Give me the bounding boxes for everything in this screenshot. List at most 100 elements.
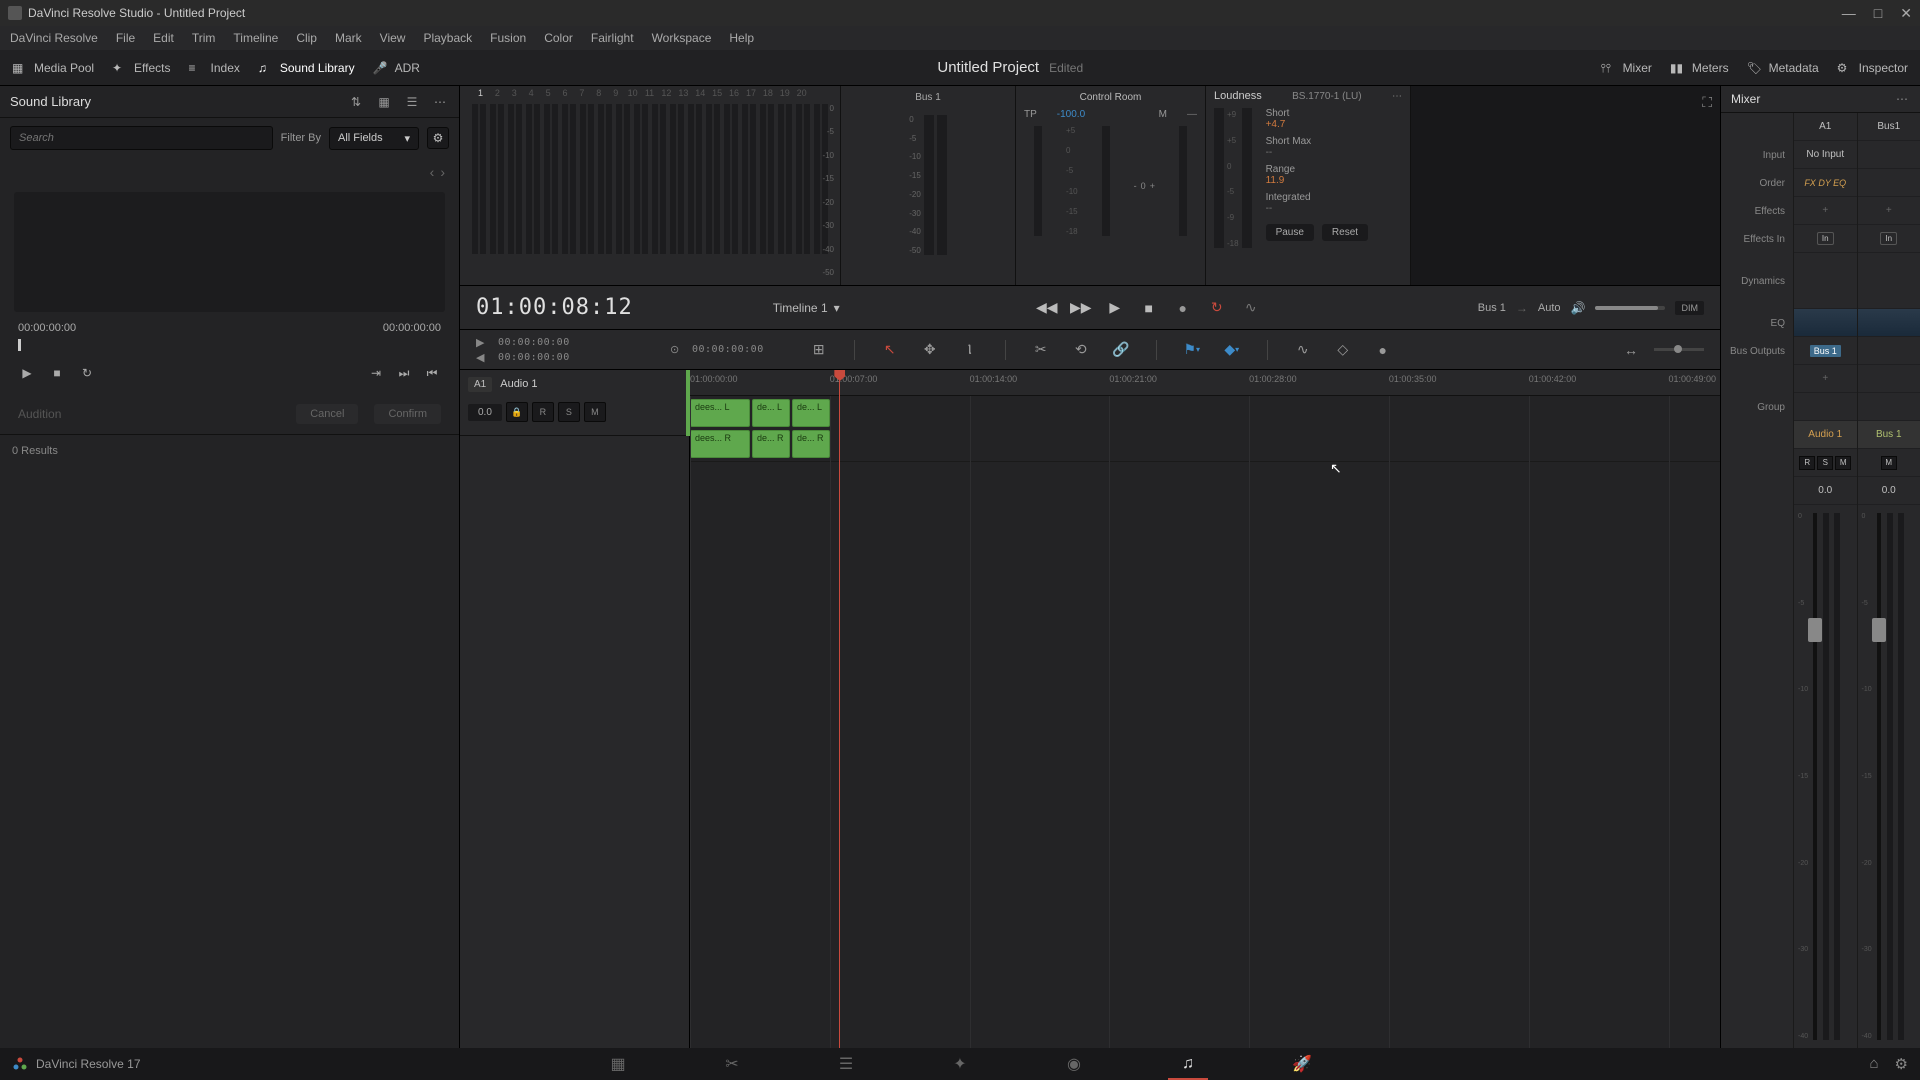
menu-clip[interactable]: Clip <box>296 31 317 45</box>
marker-tool[interactable]: ◆▾ <box>1221 339 1243 361</box>
menu-color[interactable]: Color <box>544 31 573 45</box>
meters-toggle[interactable]: ▮▮Meters <box>1670 61 1729 75</box>
mx-ch1-order[interactable]: FX DY EQ <box>1794 169 1857 197</box>
menu-edit[interactable]: Edit <box>153 31 174 45</box>
loudness-options-icon[interactable]: ⋯ <box>1392 91 1402 102</box>
preview-next-button[interactable]: ⏭ <box>395 364 413 382</box>
monitor-volume-slider[interactable] <box>1595 306 1665 310</box>
fader-track[interactable] <box>1813 513 1817 1040</box>
link-tool[interactable]: 🔗 <box>1110 339 1132 361</box>
prev-icon[interactable]: ‹ <box>430 164 435 180</box>
sort-icon[interactable]: ⇅ <box>347 94 365 110</box>
snap-tool[interactable]: ⟲ <box>1070 339 1092 361</box>
loop-button[interactable]: ↻ <box>1207 298 1227 318</box>
menu-timeline[interactable]: Timeline <box>233 31 278 45</box>
menu-mark[interactable]: Mark <box>335 31 362 45</box>
zoom-slider[interactable] <box>1654 348 1704 351</box>
track-lane-a1[interactable]: dees... Lde... Lde... Ldees... Rde... Rd… <box>690 396 1720 462</box>
list-view-icon[interactable]: ☰ <box>403 94 421 110</box>
playhead[interactable] <box>839 370 840 1048</box>
pause-button[interactable]: Pause <box>1266 224 1314 241</box>
menu-fairlight[interactable]: Fairlight <box>591 31 634 45</box>
mx-ch2-order[interactable] <box>1858 169 1920 197</box>
mx-ch1-effectsin[interactable]: In <box>1794 225 1857 253</box>
confirm-button[interactable]: Confirm <box>374 404 441 424</box>
audio-clip[interactable]: de... L <box>792 399 830 427</box>
mx-ch2-hdr[interactable]: Bus1 <box>1858 113 1920 141</box>
audio-clip[interactable]: de... L <box>752 399 790 427</box>
mx-ch2-m[interactable]: M <box>1881 456 1897 470</box>
expand-icon[interactable]: ⛶ <box>1702 94 1712 111</box>
audio-clip[interactable]: dees... R <box>690 430 750 458</box>
automation-button[interactable]: ∿ <box>1241 298 1261 318</box>
out-tc[interactable]: 00:00:00:00 <box>498 352 570 363</box>
timeline-canvas[interactable]: 01:00:00:0001:00:07:0001:00:14:0001:00:2… <box>690 370 1720 1048</box>
home-icon[interactable]: ⌂ <box>1869 1055 1878 1073</box>
audio-clip[interactable]: de... R <box>752 430 790 458</box>
index-button[interactable]: ≡Index <box>189 61 240 75</box>
selection-tool[interactable]: ↖ <box>879 339 901 361</box>
mx-ch2-dynamics[interactable] <box>1858 253 1920 309</box>
lock-icon[interactable]: 🔒 <box>506 402 528 422</box>
maximize-button[interactable]: □ <box>1874 5 1882 22</box>
preview-stop-button[interactable]: ■ <box>48 364 66 382</box>
mx-ch1-fader[interactable]: 0-5-10-15-20-30-40 <box>1794 505 1857 1048</box>
grid-view-icon[interactable]: ▦ <box>375 94 393 110</box>
track-header-a1[interactable]: A1 Audio 1 0.0 🔒 R S M <box>460 370 689 436</box>
reset-button[interactable]: Reset <box>1322 224 1368 241</box>
mx-ch2-vol[interactable]: 0.0 <box>1858 477 1920 505</box>
mx-ch1-busout[interactable]: Bus 1 <box>1794 337 1857 365</box>
menu-fusion[interactable]: Fusion <box>490 31 526 45</box>
scrub-head[interactable] <box>18 339 21 351</box>
mx-ch1-r[interactable]: R <box>1799 456 1815 470</box>
mx-ch1-hdr[interactable]: A1 <box>1794 113 1857 141</box>
mx-ch1-name[interactable]: Audio 1 <box>1794 421 1857 449</box>
media-pool-button[interactable]: ▦Media Pool <box>12 61 94 75</box>
speaker-icon[interactable]: 🔊 <box>1571 301 1586 315</box>
mx-ch1-m[interactable]: M <box>1835 456 1851 470</box>
track-volume[interactable]: 0.0 <box>468 404 502 421</box>
dim-button[interactable]: DIM <box>1675 301 1704 315</box>
fader-track[interactable] <box>1877 513 1881 1040</box>
arm-button[interactable]: R <box>532 402 554 422</box>
menu-playback[interactable]: Playback <box>423 31 472 45</box>
preview-loop-button[interactable]: ↻ <box>78 364 96 382</box>
solo-button[interactable]: S <box>558 402 580 422</box>
timecode-display[interactable]: 01:00:08:12 <box>476 295 633 320</box>
menu-file[interactable]: File <box>116 31 135 45</box>
audio-clip[interactable]: dees... L <box>690 399 750 427</box>
preview-scrubber[interactable] <box>18 342 441 348</box>
menu-help[interactable]: Help <box>729 31 754 45</box>
rewind-button[interactable]: ◀◀ <box>1037 298 1057 318</box>
close-button[interactable]: ✕ <box>1900 5 1912 22</box>
mx-ch2-group[interactable] <box>1858 393 1920 421</box>
flag-tool[interactable]: ⚑▾ <box>1181 339 1203 361</box>
fairlight-page-tab[interactable]: ♫ <box>1176 1054 1200 1074</box>
mx-ch1-vol[interactable]: 0.0 <box>1794 477 1857 505</box>
fastforward-button[interactable]: ▶▶ <box>1071 298 1091 318</box>
mx-ch2-name[interactable]: Bus 1 <box>1858 421 1920 449</box>
fader-handle[interactable] <box>1872 618 1886 642</box>
mx-ch1-dynamics[interactable] <box>1794 253 1857 309</box>
sound-library-button[interactable]: ♫Sound Library <box>258 61 355 75</box>
transient-tool[interactable]: ∿ <box>1292 339 1314 361</box>
fader-handle[interactable] <box>1808 618 1822 642</box>
clip-gain-tool[interactable]: ● <box>1372 339 1394 361</box>
preview-play-button[interactable]: ▶ <box>18 364 36 382</box>
cut-page-tab[interactable]: ✂ <box>720 1054 744 1074</box>
inspector-toggle[interactable]: ⚙Inspector <box>1837 61 1908 75</box>
menu-trim[interactable]: Trim <box>192 31 216 45</box>
timeline-view-options[interactable]: ⊞ <box>808 339 830 361</box>
timeline-dropdown[interactable]: Timeline 1 ▾ <box>773 301 840 315</box>
track-name[interactable]: Audio 1 <box>500 378 537 390</box>
preview-prev-button[interactable]: ⏮ <box>423 364 441 382</box>
mixer-options-icon[interactable]: ⋯ <box>1896 92 1910 106</box>
filter-settings-button[interactable]: ⚙ <box>427 127 449 149</box>
fusion-page-tab[interactable]: ✦ <box>948 1054 972 1074</box>
mute-button[interactable]: M <box>584 402 606 422</box>
effects-button[interactable]: ✦Effects <box>112 61 170 75</box>
mx-ch2-effects[interactable]: + <box>1858 197 1920 225</box>
audio-clip[interactable]: de... R <box>792 430 830 458</box>
in-tc[interactable]: 00:00:00:00 <box>498 337 570 348</box>
menu-view[interactable]: View <box>380 31 406 45</box>
